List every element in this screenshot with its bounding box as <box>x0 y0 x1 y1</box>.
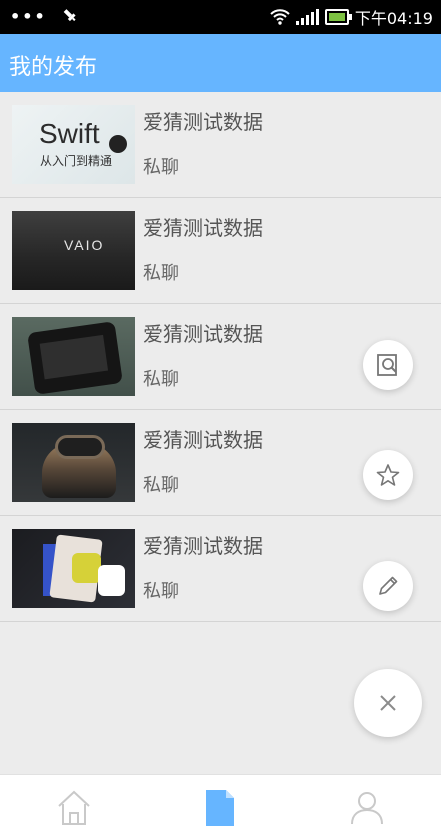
bottom-nav <box>0 774 441 840</box>
battery-icon <box>324 9 352 25</box>
pot-lid <box>55 435 105 459</box>
book-badge <box>109 135 127 153</box>
item-subtitle: 私聊 <box>143 475 179 496</box>
favorite-button[interactable] <box>363 450 413 500</box>
item-thumbnail <box>12 529 135 608</box>
status-left: ••• <box>10 7 78 26</box>
usb-plug-icon <box>59 5 82 28</box>
item-thumbnail: VAIO <box>12 211 135 290</box>
page-title: 我的发布 <box>9 55 98 80</box>
search-button[interactable] <box>363 340 413 390</box>
pencil-icon <box>379 576 398 595</box>
item-thumbnail <box>12 423 135 502</box>
item-subtitle: 私聊 <box>143 581 179 602</box>
star-icon <box>376 464 400 486</box>
item-title: 爱猜测试数据 <box>143 322 263 346</box>
item-title: 爱猜测试数据 <box>143 534 263 558</box>
app-header: 我的发布 <box>0 34 441 92</box>
item-subtitle: 私聊 <box>143 157 179 178</box>
home-icon <box>58 790 90 825</box>
status-time: 下午04:19 <box>354 9 433 28</box>
bag-shape-yellow <box>72 553 101 583</box>
nav-home[interactable] <box>55 788 93 828</box>
status-right: 下午04:19 <box>270 6 433 28</box>
item-thumbnail: Swift 从入门到精通 <box>12 105 135 184</box>
close-icon <box>380 695 396 711</box>
user-icon <box>351 792 383 825</box>
item-subtitle: 私聊 <box>143 263 179 284</box>
item-thumbnail <box>12 317 135 396</box>
signal-icon <box>295 9 319 25</box>
nav-publish[interactable] <box>200 788 238 828</box>
phone-shape <box>27 321 123 395</box>
item-title: 爱猜测试数据 <box>143 110 263 134</box>
laptop-brand: VAIO <box>64 237 105 253</box>
nav-profile[interactable] <box>348 788 386 828</box>
search-document-icon <box>377 354 397 376</box>
swift-book-subtitle: 从入门到精通 <box>40 154 113 168</box>
edit-button[interactable] <box>363 561 413 611</box>
list-item[interactable]: Swift 从入门到精通 爱猜测试数据 私聊 <box>0 92 441 198</box>
item-title: 爱猜测试数据 <box>143 428 263 452</box>
item-subtitle: 私聊 <box>143 369 179 390</box>
list-item[interactable]: VAIO 爱猜测试数据 私聊 <box>0 198 441 304</box>
bag-shape-light <box>98 565 125 596</box>
status-bar: ••• 下午04:19 <box>0 0 441 34</box>
notification-dots: ••• <box>10 7 47 26</box>
item-title: 爱猜测试数据 <box>143 216 263 240</box>
wifi-icon <box>270 9 290 25</box>
swift-book-title: Swift <box>39 118 100 149</box>
document-icon <box>206 790 234 826</box>
close-button[interactable] <box>354 669 422 737</box>
